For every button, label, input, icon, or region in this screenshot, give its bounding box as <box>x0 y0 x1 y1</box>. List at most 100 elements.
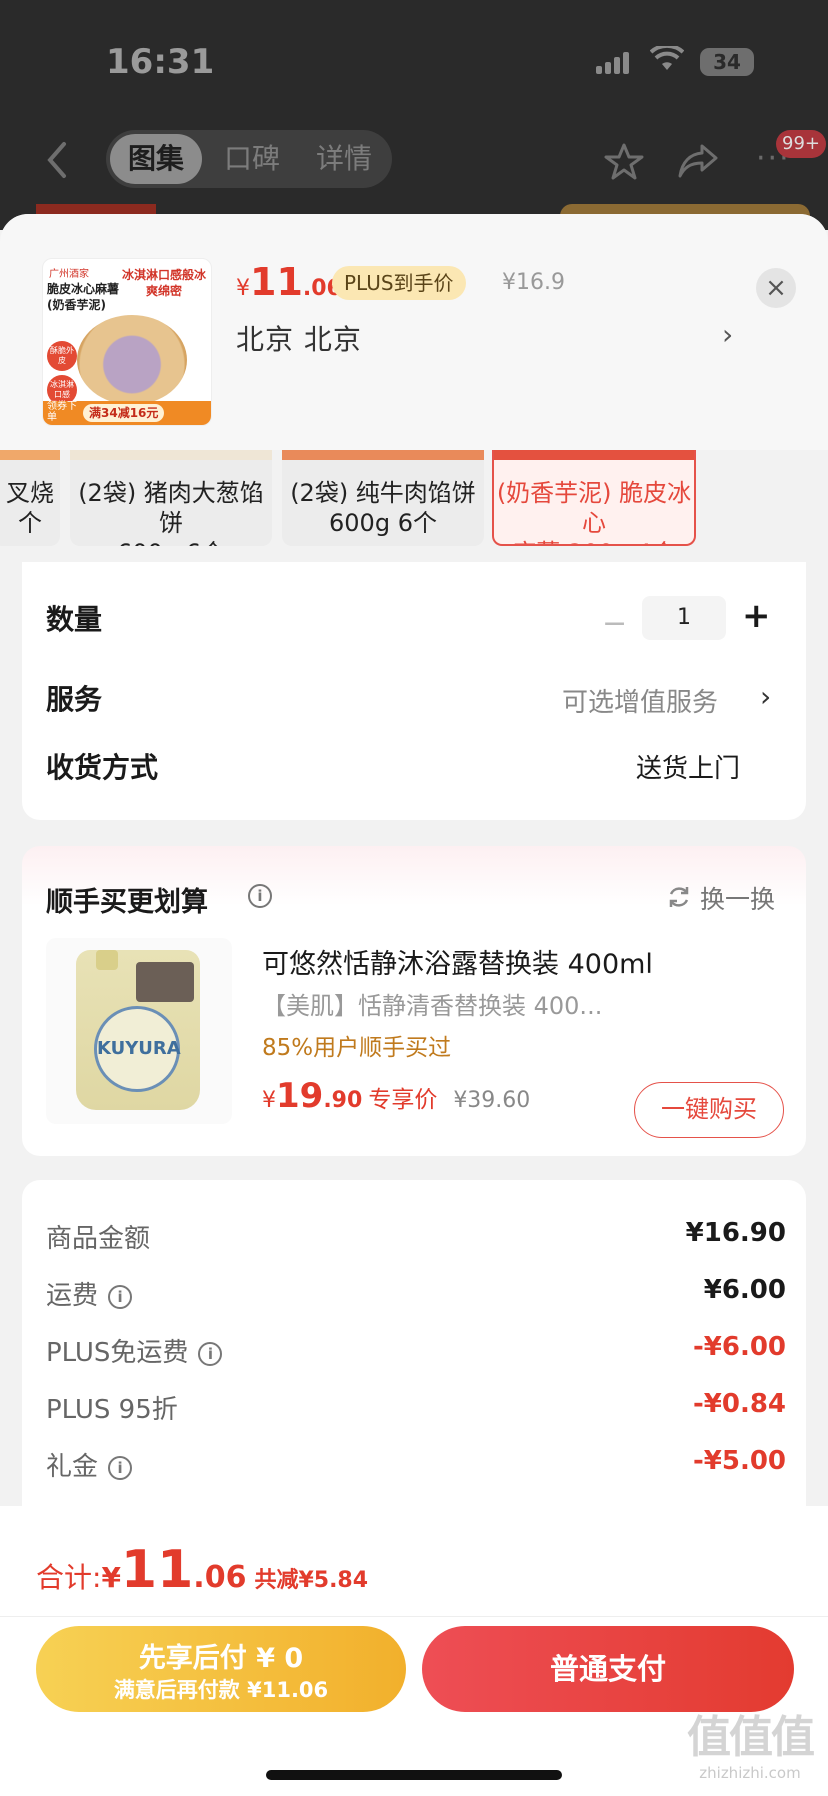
home-indicator <box>266 1770 562 1780</box>
info-icon[interactable]: i <box>108 1284 133 1309</box>
message-count-badge: 99+ <box>776 130 826 158</box>
share-icon[interactable] <box>676 142 720 182</box>
info-icon[interactable]: i <box>198 1341 223 1366</box>
back-arrow-icon[interactable] <box>38 138 78 182</box>
addon-price: ¥19.90 专享价 ¥39.60 <box>262 1076 530 1116</box>
fee-row: 商品金额 ¥16.90 <box>46 1218 786 1258</box>
thumbnail-discount-label: 满34减16元 <box>83 404 165 422</box>
watermark-logo: 值值值 <box>687 1712 815 1763</box>
pay-later-subtitle: 满意后再付款 ¥11.06 <box>113 1678 329 1702</box>
quantity-increment-button[interactable]: + <box>742 596 771 636</box>
addon-original-price: ¥39.60 <box>453 1088 531 1113</box>
fee-value: -¥6.00 <box>692 1332 786 1362</box>
variant-label: (2袋) 纯牛肉馅饼 600g 6个 <box>290 479 476 537</box>
one-click-buy-button[interactable]: 一键购买 <box>634 1082 784 1138</box>
delivery-address[interactable]: 北京 北京 <box>236 318 362 358</box>
total-decimal: .06 <box>193 1560 247 1595</box>
variant-label: 叉烧 个 <box>6 479 54 537</box>
thumbnail-brand: 广州酒家 <box>49 269 89 280</box>
close-button[interactable]: × <box>756 268 796 308</box>
watermark-url: zhizhizhi.com <box>699 1764 801 1782</box>
variant-selector: 叉烧 个 (2袋) 猪肉大葱馅饼 600g 6个 (2袋) 纯牛肉馅饼 600g… <box>0 450 828 562</box>
variant-topbar <box>0 450 60 460</box>
variant-label: (奶香芋泥) 脆皮冰心 麻薯 200g 4个 <box>496 479 692 544</box>
quantity-label: 数量 <box>46 603 103 636</box>
normal-pay-button[interactable]: 普通支付 <box>422 1626 794 1712</box>
fee-label-text: 礼金 <box>46 1452 99 1482</box>
variant-option-selected[interactable]: (奶香芋泥) 脆皮冰心 麻薯 200g 4个 <box>492 450 696 546</box>
addon-product-subtitle: 【美肌】恬静清香替换装 400... <box>262 992 603 1020</box>
total-label: 合计: <box>36 1561 102 1594</box>
fee-label-text: PLUS 95折 <box>46 1395 178 1425</box>
price-currency: ¥ <box>236 276 250 301</box>
favorite-star-icon[interactable] <box>604 142 644 182</box>
fee-label: 商品金额 <box>46 1218 150 1255</box>
fee-value: -¥5.00 <box>692 1446 786 1476</box>
fee-value: ¥16.90 <box>685 1218 786 1248</box>
battery-icon: 34 <box>700 48 754 76</box>
service-label: 服务 <box>46 683 103 716</box>
background-page: 16:31 34 图集 口碑 详情 ··· 99+ <box>0 0 828 234</box>
status-time: 16:31 <box>106 42 215 82</box>
addon-product-image[interactable]: KUYURA <box>46 938 232 1124</box>
variant-topbar <box>70 450 272 460</box>
total-savings: 共减¥5.84 <box>254 1568 369 1593</box>
service-selector[interactable]: 可选增值服务 <box>562 682 718 719</box>
total-currency: ¥ <box>101 1561 121 1594</box>
fee-label-text: PLUS免运费 <box>46 1338 189 1368</box>
cellular-signal-icon <box>596 52 630 74</box>
wifi-icon <box>649 43 685 79</box>
address-chevron-icon[interactable]: › <box>722 318 733 351</box>
variant-option[interactable]: (2袋) 猪肉大葱馅饼 600g 6个 <box>70 450 272 546</box>
quantity-input[interactable]: 1 <box>642 596 726 640</box>
fee-row: 运费 i ¥6.00 <box>46 1275 786 1315</box>
fee-row: PLUS免运费 i -¥6.00 <box>46 1332 786 1372</box>
bottle-cap <box>96 950 118 970</box>
shipping-method-value: 送货上门 <box>636 754 741 784</box>
pay-later-button[interactable]: 先享后付 ¥ 0 满意后再付款 ¥11.06 <box>36 1626 406 1712</box>
shipping-method-label: 收货方式 <box>46 751 159 784</box>
bottle-badge <box>136 962 194 1002</box>
fee-label: PLUS 95折 <box>46 1389 178 1426</box>
info-icon[interactable]: i <box>248 884 272 908</box>
plus-price-tag: PLUS到手价 <box>332 266 466 300</box>
addon-price-decimal: .90 <box>323 1088 363 1113</box>
order-total: 合计:¥11.06 共减¥5.84 <box>36 1540 368 1600</box>
pay-later-title: 先享后付 ¥ 0 <box>138 1643 304 1674</box>
tab-gallery[interactable]: 图集 <box>110 134 202 184</box>
footer-divider <box>0 1616 828 1617</box>
fee-label: 运费 i <box>46 1275 133 1312</box>
checkout-footer: 合计:¥11.06 共减¥5.84 先享后付 ¥ 0 满意后再付款 ¥11.06 … <box>0 1506 828 1796</box>
tab-reviews[interactable]: 口碑 <box>210 130 294 188</box>
bottle-brand-label: KUYURA <box>94 1006 181 1092</box>
info-icon[interactable]: i <box>108 1455 133 1480</box>
fee-label: PLUS免运费 i <box>46 1332 223 1369</box>
fee-label-text: 运费 <box>46 1281 99 1311</box>
addon-price-integer: 19 <box>276 1076 324 1116</box>
refresh-icon[interactable] <box>666 884 692 910</box>
total-integer: 11 <box>120 1540 194 1600</box>
addon-title: 顺手买更划算 <box>46 887 208 918</box>
mochi-product-image <box>77 315 187 405</box>
quantity-decrement-button[interactable]: − <box>602 606 627 641</box>
service-chevron-icon[interactable]: › <box>760 680 771 713</box>
watermark: 值值值 zhizhizhi.com <box>680 1712 820 1792</box>
fee-row: PLUS 95折 -¥0.84 <box>46 1389 786 1429</box>
refresh-button[interactable]: 换一换 <box>700 880 775 916</box>
addon-price-currency: ¥ <box>262 1088 276 1113</box>
product-thumbnail: 广州酒家 脆皮冰心麻薯(奶香芋泥) 冰淇淋口感般冰爽绵密 酥脆外皮 冰淇淋口感 … <box>42 258 212 426</box>
variant-option[interactable]: 叉烧 个 <box>0 450 60 546</box>
thumbnail-coupon-label: 领券下单 <box>47 401 77 423</box>
original-price: ¥16.9 <box>502 270 565 295</box>
thumbnail-chip-crispy: 酥脆外皮 <box>47 341 77 371</box>
variant-option[interactable]: (2袋) 纯牛肉馅饼 600g 6个 <box>282 450 484 546</box>
bottle-graphic: KUYURA <box>76 950 200 1110</box>
thumbnail-tagline: 冰淇淋口感般冰爽绵密 <box>121 268 206 298</box>
tab-details[interactable]: 详情 <box>302 130 386 188</box>
fee-row: 礼金 i -¥5.00 <box>46 1446 786 1486</box>
addon-exclusive-label: 专享价 <box>368 1087 438 1113</box>
addon-product-title[interactable]: 可悠然恬静沐浴露替换装 400ml <box>262 942 653 981</box>
variant-topbar <box>282 450 484 460</box>
order-options-card: 数量 − 1 + 服务 可选增值服务 › 收货方式 送货上门 <box>22 562 806 820</box>
sheet-header: 广州酒家 脆皮冰心麻薯(奶香芋泥) 冰淇淋口感般冰爽绵密 酥脆外皮 冰淇淋口感 … <box>0 214 828 450</box>
